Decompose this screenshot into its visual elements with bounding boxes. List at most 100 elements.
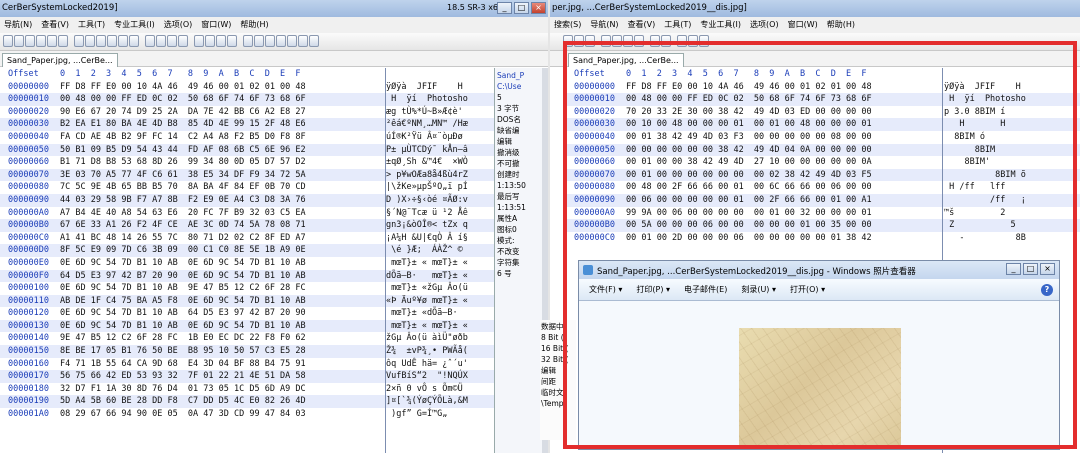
menu-item-window[interactable]: 窗口(W) [788,17,818,33]
menu-item-pro-tools[interactable]: 专业工具(I) [114,17,155,33]
paste-icon[interactable] [107,35,117,47]
ascii-cell[interactable]: dÕã—B· mœT}± « [380,270,468,283]
properties-icon[interactable] [47,35,57,47]
open-file-icon[interactable] [14,35,24,47]
menu-item-pro-tools[interactable]: 专业工具(I) [700,17,741,33]
hex-bytes-cell[interactable]: 3E 03 70 A5 77 4F C6 61 38 E5 34 DF F9 3… [60,169,380,182]
copy-icon[interactable] [96,35,106,47]
undo-icon[interactable] [601,35,611,47]
settings-icon[interactable] [298,35,308,47]
menu-item-tools[interactable]: 工具(T) [664,17,691,33]
find-hex-icon[interactable] [156,35,166,47]
fill-icon[interactable] [129,35,139,47]
ascii-cell[interactable]: úÍ®K²Ÿü Â¤¨òµÐø [380,131,463,144]
hex-bytes-cell[interactable]: A1 41 BC 48 14 26 55 7C 80 71 D2 02 C2 8… [60,232,380,245]
hex-bytes-cell[interactable]: 0E 6D 9C 54 7D B1 10 AB 0E 6D 9C 54 7D B… [60,257,380,270]
save-icon[interactable] [563,35,573,47]
ascii-cell[interactable]: ±qØ¸Sh &™4€ ×WÒ [380,156,468,169]
replace-icon[interactable] [167,35,177,47]
file-menu-button[interactable]: 文件(F) ▾ [589,279,622,300]
burn-menu-button[interactable]: 刻录(U) ▾ [741,279,776,300]
ascii-cell[interactable]: mœT}± « mœT}± « [380,320,468,333]
calculator-icon[interactable] [265,35,275,47]
paste-icon[interactable] [634,35,644,47]
ascii-cell[interactable]: H ÿí Photosho [938,93,1026,106]
hex-bytes-cell[interactable]: 00 5A 00 00 00 06 00 00 00 00 00 01 00 3… [626,219,938,232]
hex-bytes-cell[interactable]: 08 29 67 66 94 90 0E 05 0A 47 3D CD 99 4… [60,408,380,421]
menu-item-view[interactable]: 查看(V) [41,17,69,33]
hex-bytes-cell[interactable]: 50 B1 09 B5 D9 54 43 44 FD AF 08 6B C5 6… [60,144,380,157]
hex-bytes-cell[interactable]: 00 48 00 00 FF ED 0C 02 50 68 6F 74 6F 7… [60,93,380,106]
help-icon[interactable]: ? [1041,284,1053,296]
ascii-cell[interactable]: mœT}± « mœT}± « [380,257,468,270]
ascii-cell[interactable]: - 8B [938,232,1026,245]
menu-item-options[interactable]: 选项(O) [164,17,193,33]
hex-bytes-cell[interactable]: 90 E6 67 20 74 D9 25 2A DA 7E 42 BB C6 A… [60,106,380,119]
menu-item-navigate[interactable]: 导航(N) [4,17,32,33]
menu-item-view[interactable]: 查看(V) [628,17,656,33]
ascii-cell[interactable]: |\žKe»µpŠºO„ï pÍ [380,181,468,194]
ascii-cell[interactable]: §´N@¨Tcæ ü ¹2 Åê [380,207,468,220]
hex-bytes-cell[interactable]: 9E 47 B5 12 C2 6F 28 FC 1B E0 EC DC 22 F… [60,332,380,345]
back-arrow-icon[interactable] [688,35,698,47]
ascii-cell[interactable]: 2×ñ 0 vÔ s Õm©Ü [380,383,463,396]
cut-icon[interactable] [612,35,622,47]
hex-bytes-cell[interactable]: 67 6E 33 A1 26 F2 4F CE AE 3C 0D 74 5A 7… [60,219,380,232]
minimize-icon[interactable]: _ [497,2,512,14]
disk-editor-icon[interactable] [243,35,253,47]
ascii-cell[interactable]: H H [938,118,1026,131]
print-icon[interactable] [36,35,46,47]
find-icon[interactable] [145,35,155,47]
close-icon[interactable]: × [531,2,546,14]
ascii-cell[interactable]: Z 5 [938,219,1026,232]
ascii-cell[interactable]: gn3¡&òOÎ®< tZx q [380,219,468,232]
minimize-icon[interactable]: _ [1006,263,1021,275]
help-icon[interactable] [309,35,319,47]
hash-icon[interactable] [276,35,286,47]
ascii-cell[interactable]: H ÿí Photosho [380,93,468,106]
print-menu-button[interactable]: 打印(P) ▾ [636,279,670,300]
hex-bytes-cell[interactable]: 44 03 29 58 9B F7 A7 8B F2 E9 0E A4 C3 D… [60,194,380,207]
left-file-tab[interactable]: Sand_Paper.jpg, ...CerBe... [2,53,118,67]
hex-bytes-cell[interactable]: 00 48 00 00 FF ED 0C 02 50 68 6F 74 6F 7… [626,93,938,106]
ram-editor-icon[interactable] [254,35,264,47]
ascii-cell[interactable]: /ff ¡ [938,194,1026,207]
menu-item-options[interactable]: 选项(O) [750,17,779,33]
ascii-cell[interactable]: 8BIM' [938,156,1026,169]
hex-bytes-cell[interactable]: 0E 6D 9C 54 7D B1 10 AB 64 D5 E3 97 42 B… [60,307,380,320]
ascii-cell[interactable]: p 3.0 8BIM í [938,106,1026,119]
hex-bytes-cell[interactable]: 32 D7 F1 1A 30 8D 76 D4 01 73 05 1C D5 6… [60,383,380,396]
hex-bytes-cell[interactable]: 0E 6D 9C 54 7D B1 10 AB 9E 47 B5 12 C2 6… [60,282,380,295]
restore-icon[interactable]: □ [514,2,529,14]
ascii-cell[interactable]: 8BIM [938,144,1026,157]
replace-hex-icon[interactable] [178,35,188,47]
hex-bytes-cell[interactable]: 56 75 66 42 ED 53 93 32 7F 01 22 21 4E 5… [60,370,380,383]
ascii-cell[interactable]: «Þ Äuº¥ø mœT}± « [380,295,468,308]
ascii-cell[interactable]: VufBíS“2 "!NQÚX [380,370,468,383]
ascii-cell[interactable]: ÿØÿà JFIF H [380,81,463,94]
forward-arrow-icon[interactable] [227,35,237,47]
ascii-cell[interactable]: > p¥wOÆa8å4ßù4rZ [380,169,468,182]
copy-icon[interactable] [623,35,633,47]
ascii-cell[interactable]: 8BIM õ [938,169,1026,182]
back-arrow-icon[interactable] [216,35,226,47]
email-button[interactable]: 电子邮件(E) [684,279,727,300]
ascii-cell[interactable]: ]¤[`¾(ÝøÇÝÕLà‚&M [380,395,468,408]
search-icon[interactable] [287,35,297,47]
forward-arrow-icon[interactable] [699,35,709,47]
goto-offset-icon[interactable] [194,35,204,47]
find-icon[interactable] [650,35,660,47]
hex-bytes-cell[interactable]: B2 EA E1 80 BA 4E 4D B8 85 4D 4E 99 15 2… [60,118,380,131]
hex-bytes-cell[interactable]: B1 71 D8 B8 53 68 8D 26 99 34 80 0D 05 D… [60,156,380,169]
menu-item-window[interactable]: 窗口(W) [201,17,231,33]
hex-bytes-cell[interactable]: FA CD AE 4B B2 9F FC 14 C2 A4 A8 F2 B5 D… [60,131,380,144]
hex-bytes-cell[interactable]: AB DE 1F C4 75 BA A5 F8 0E 6D 9C 54 7D B… [60,295,380,308]
hex-bytes-cell[interactable]: 7C 5C 9E 4B 65 BB B5 70 8A BA 4F 84 EF 0… [60,181,380,194]
properties-icon[interactable] [585,35,595,47]
hex-bytes-cell[interactable]: 5D A4 5B 60 BE 28 DD F8 C7 DD D5 4C E0 8… [60,395,380,408]
ascii-cell[interactable]: ™š 2 [938,207,1026,220]
ascii-cell[interactable]: ¡A¼H &U|€qÒ Â í§ [380,232,468,245]
hex-bytes-cell[interactable]: FF D8 FF E0 00 10 4A 46 49 46 00 01 02 0… [626,81,938,94]
paste-special-icon[interactable] [118,35,128,47]
hex-bytes-cell[interactable]: 64 D5 E3 97 42 B7 20 90 0E 6D 9C 54 7D B… [60,270,380,283]
